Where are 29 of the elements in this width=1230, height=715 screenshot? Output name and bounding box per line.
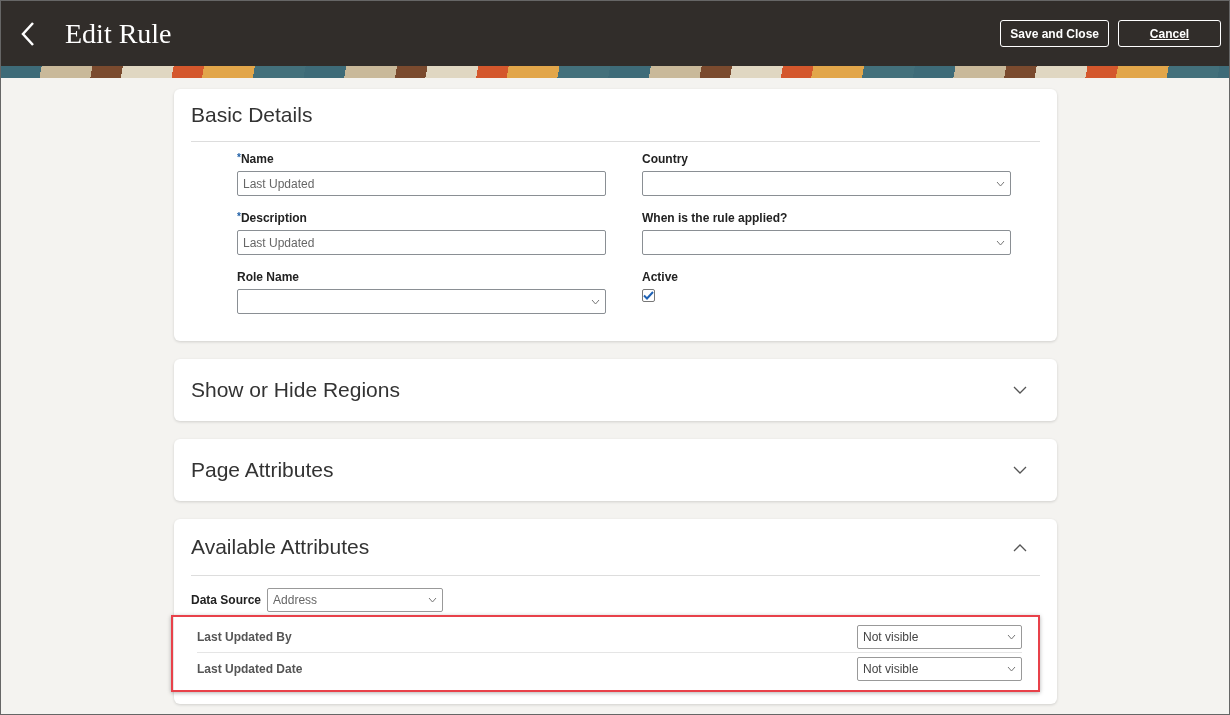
- field-label: Role Name: [237, 270, 301, 284]
- field-label: Country: [642, 152, 689, 166]
- text-field[interactable]: Last Updated: [237, 171, 606, 196]
- attribute-name: Last Updated By: [197, 629, 292, 644]
- attribute-name: Last Updated Date: [197, 661, 303, 676]
- checkbox[interactable]: [642, 289, 655, 302]
- field-label: Data Source: [191, 593, 262, 607]
- expand-chevron-icon[interactable]: [1013, 465, 1027, 475]
- expand-chevron-icon[interactable]: [1013, 385, 1027, 395]
- section-title: Show or Hide Regions: [191, 378, 400, 402]
- section-title: Page Attributes: [191, 458, 334, 482]
- section-title: Available Attributes: [191, 535, 370, 559]
- back-icon[interactable]: [21, 21, 35, 46]
- select-field[interactable]: Not visible: [857, 624, 1022, 649]
- select-field[interactable]: [237, 289, 606, 314]
- section-title: Basic Details: [191, 103, 313, 127]
- field-label: When is the rule applied?: [642, 211, 789, 225]
- select-field[interactable]: Address: [267, 588, 444, 612]
- select-field[interactable]: [642, 171, 1011, 196]
- cancel-button[interactable]: Cancel: [1118, 20, 1221, 47]
- page-title: Edit Rule: [65, 17, 173, 50]
- select-field[interactable]: Not visible: [857, 656, 1022, 681]
- field-label: Active: [642, 270, 680, 284]
- collapse-chevron-icon[interactable]: [1013, 542, 1027, 552]
- select-field[interactable]: [642, 230, 1011, 255]
- field-label: *Name: [237, 152, 275, 166]
- save-and-close-button[interactable]: Save and Close: [1000, 20, 1109, 47]
- field-label: *Description: [237, 211, 308, 225]
- text-field[interactable]: Last Updated: [237, 230, 606, 255]
